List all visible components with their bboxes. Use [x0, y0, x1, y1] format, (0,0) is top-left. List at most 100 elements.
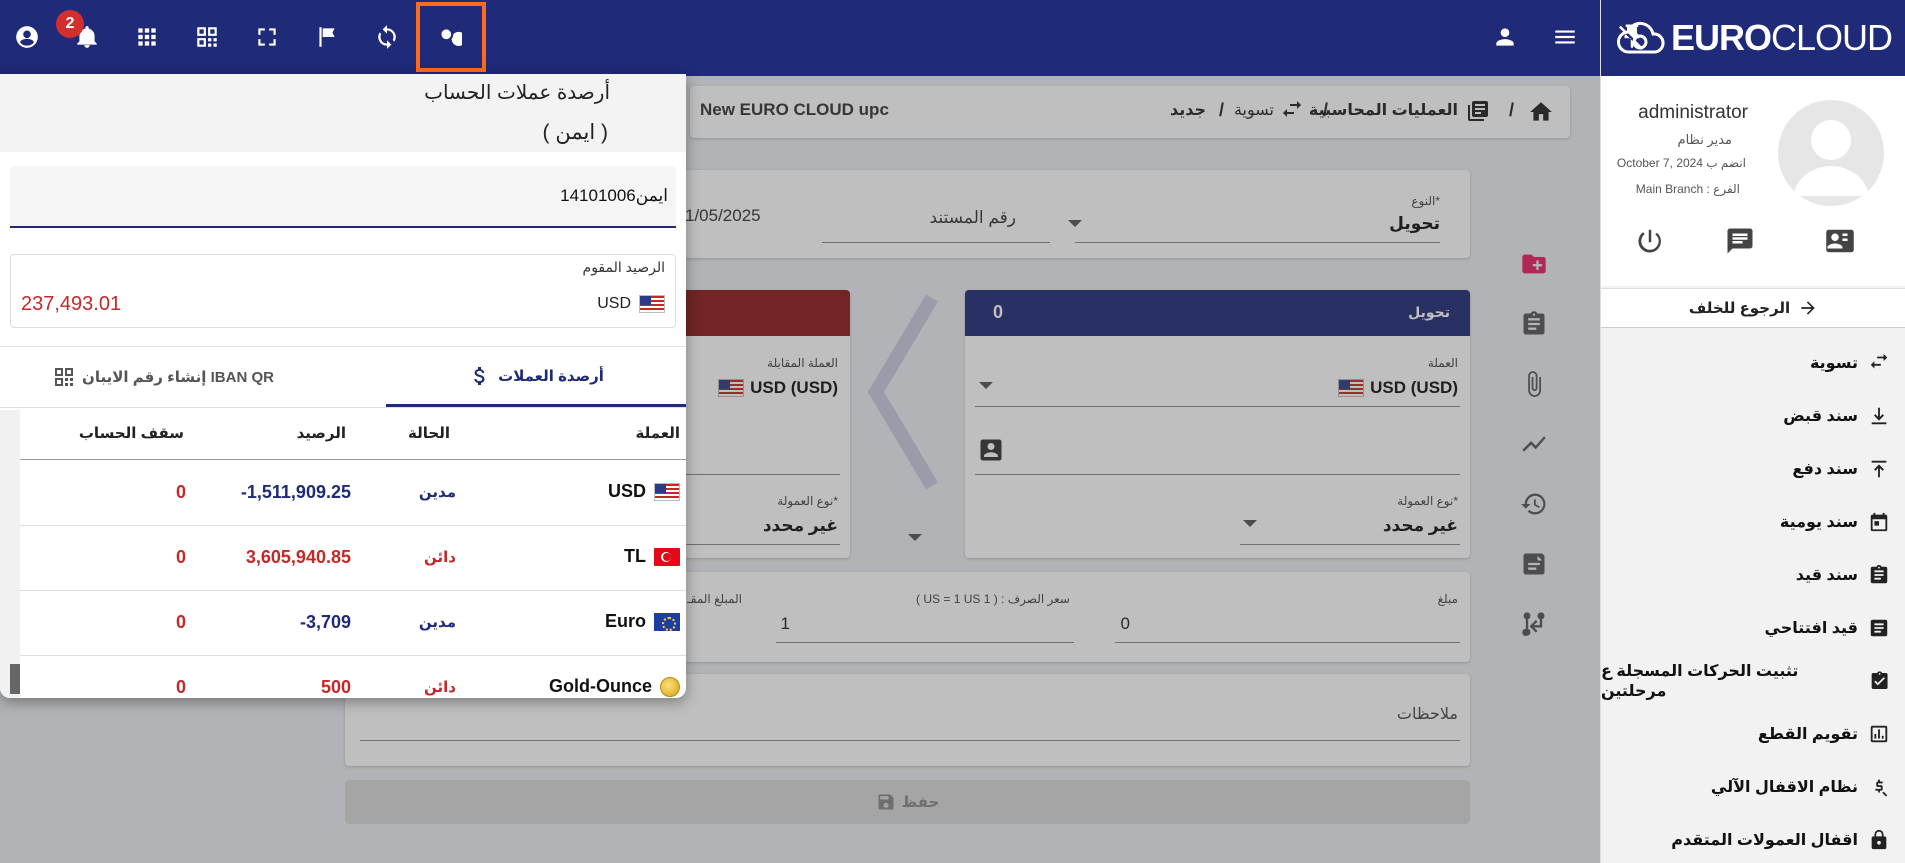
row-currency: Gold-Ounce — [549, 676, 680, 697]
col-state: الحالة — [408, 425, 450, 442]
row-state: مدين — [418, 614, 456, 631]
profile-joined-date: October 7, 2024 انضم ب — [1616, 156, 1746, 170]
col-balance: الرصيد — [296, 425, 346, 442]
valued-balance-currency: USD — [597, 295, 665, 313]
back-button[interactable]: الرجوع للخلف — [1601, 288, 1905, 328]
clipboard-icon — [1870, 564, 1888, 583]
sidebar-item-label: سند دفع — [1792, 460, 1858, 478]
sidebar-item-label: سند يومية — [1779, 513, 1858, 531]
power-icon[interactable] — [1635, 226, 1665, 261]
contact-card-icon[interactable] — [1825, 226, 1855, 261]
gold-coin-icon — [660, 676, 680, 697]
col-cap: سقف الحساب — [78, 425, 184, 442]
chart-icon — [1870, 725, 1888, 742]
sidebar-item-entry-voucher[interactable]: سند قيد — [1601, 548, 1905, 601]
balances-table-header: العملة الحالة الرصيد سقف الحساب — [20, 408, 686, 460]
row-currency: TL — [624, 546, 680, 567]
account-search-field[interactable] — [10, 166, 676, 228]
tab-iban-qr[interactable]: إنشاء رقم الايبان IBAN QR — [0, 347, 326, 407]
sidebar-item-label: تسوية — [1809, 354, 1858, 372]
popup-account-name: ( ايمن ) — [542, 121, 608, 144]
qr-scan-icon[interactable] — [192, 22, 222, 52]
unpin-icon[interactable] — [1617, 22, 1647, 57]
swap-icon — [1870, 353, 1888, 368]
table-row[interactable]: TL دائن 3,605,940.85 0 — [20, 526, 686, 591]
right-sidebar: EUROCLOUD administrator مدير نظام Octobe… — [1600, 0, 1905, 863]
top-bar: 2 — [0, 0, 1600, 76]
sidebar-item-cutoff-valuation[interactable]: تقويم القطع — [1601, 707, 1905, 760]
account-search-input[interactable] — [28, 186, 668, 206]
sidebar-item-advanced-commission-lock[interactable]: اقفال العمولات المتقدم — [1601, 813, 1905, 863]
menu-icon[interactable] — [1550, 22, 1580, 52]
us-flag-icon — [654, 482, 680, 501]
table-scrollbar[interactable] — [0, 410, 20, 698]
tr-flag-icon — [654, 547, 680, 566]
clipboard-check-icon — [1871, 670, 1888, 689]
sync-icon[interactable] — [372, 22, 402, 52]
notification-badge: 2 — [56, 10, 84, 38]
sidebar-item-settlement[interactable]: تسوية — [1601, 336, 1905, 389]
fullscreen-icon[interactable] — [252, 22, 282, 52]
row-currency-code: Euro — [604, 611, 646, 631]
sidebar-item-label: تقويم القطع — [1757, 725, 1858, 743]
sidebar-item-opening-entry[interactable]: قيد افتتاحي — [1601, 601, 1905, 654]
row-cap: 0 — [175, 677, 186, 697]
download-icon — [1871, 407, 1887, 424]
tab-currency-balances[interactable]: أرصدة العملات — [386, 347, 686, 407]
dollar-icon — [474, 366, 485, 385]
table-row[interactable]: Euro مدين -3,709 0 — [20, 591, 686, 656]
sidebar-item-label: سند قيد — [1795, 566, 1858, 584]
account-circle-icon[interactable] — [12, 22, 42, 52]
row-balance: 500 — [320, 677, 351, 697]
person-icon[interactable] — [1490, 22, 1520, 52]
sidebar-menu: تسوية سند قبض سند دفع سند يومية سند قيد … — [1601, 336, 1905, 863]
upload-icon — [1871, 460, 1887, 477]
brand-bar: EUROCLOUD — [1601, 0, 1905, 76]
row-currency: USD — [608, 481, 680, 502]
valued-balance-currency-code: USD — [597, 295, 631, 312]
calendar-icon — [1870, 512, 1888, 531]
row-currency: Euro — [605, 611, 680, 632]
sidebar-item-auto-lock[interactable]: نظام الاقفال الآلي — [1601, 760, 1905, 813]
profile-role: مدير نظام — [1677, 132, 1732, 147]
list-icon — [1870, 619, 1888, 636]
row-currency-code: USD — [607, 481, 646, 501]
profile-actions — [1601, 226, 1905, 266]
us-flag-icon — [639, 295, 665, 313]
row-currency-code: TL — [624, 546, 646, 566]
sidebar-item-journal-voucher[interactable]: سند يومية — [1601, 495, 1905, 548]
flag-icon[interactable] — [312, 22, 342, 52]
avatar[interactable] — [1778, 100, 1884, 206]
col-currency: العملة — [635, 425, 680, 442]
arrow-right-icon — [1801, 301, 1815, 315]
sidebar-item-payment-voucher[interactable]: سند دفع — [1601, 442, 1905, 495]
valued-balance-label: الرصيد المقوم — [582, 259, 665, 275]
row-cap: 0 — [175, 547, 186, 567]
row-state: مدين — [418, 484, 456, 501]
popup-tabs: أرصدة العملات إنشاء رقم الايبان IBAN QR — [0, 346, 686, 408]
table-row[interactable]: Gold-Ounce دائن 500 0 — [20, 656, 686, 698]
row-balance: 3,605,940.85 — [245, 547, 351, 567]
auto-lock-icon — [1875, 779, 1888, 797]
popup-title: أرصدة عملات الحساب — [424, 82, 610, 104]
chat-icon[interactable] — [1725, 226, 1755, 261]
sidebar-item-label: نظام الاقفال الآلي — [1710, 778, 1858, 796]
sidebar-item-two-stage-posting[interactable]: تثبيت الحركات المسجلة ع مرحلتين — [1601, 654, 1905, 707]
table-row[interactable]: USD مدين -1,511,909.25 0 — [20, 461, 686, 526]
sidebar-item-label: سند قبض — [1783, 407, 1858, 425]
row-cap: 0 — [175, 612, 186, 632]
search-highlight-box — [416, 2, 486, 72]
row-cap: 0 — [175, 482, 186, 502]
apps-grid-icon[interactable] — [132, 22, 162, 52]
back-button-label: الرجوع للخلف — [1688, 300, 1791, 317]
eu-flag-icon — [654, 612, 680, 631]
valued-balance-amount: 237,493.01 — [21, 293, 122, 315]
row-balance: -3,709 — [299, 612, 351, 632]
sidebar-item-receipt-voucher[interactable]: سند قبض — [1601, 389, 1905, 442]
table-scrollbar-thumb[interactable] — [10, 664, 20, 694]
valued-balance-box: الرصيد المقوم USD 237,493.01 — [10, 254, 676, 328]
sidebar-item-label: قيد افتتاحي — [1764, 619, 1858, 637]
sidebar-item-label: تثبيت الحركات المسجلة ع مرحلتين — [1601, 662, 1799, 700]
qr-code-icon — [55, 368, 74, 386]
row-balance: -1,511,909.25 — [240, 482, 351, 502]
